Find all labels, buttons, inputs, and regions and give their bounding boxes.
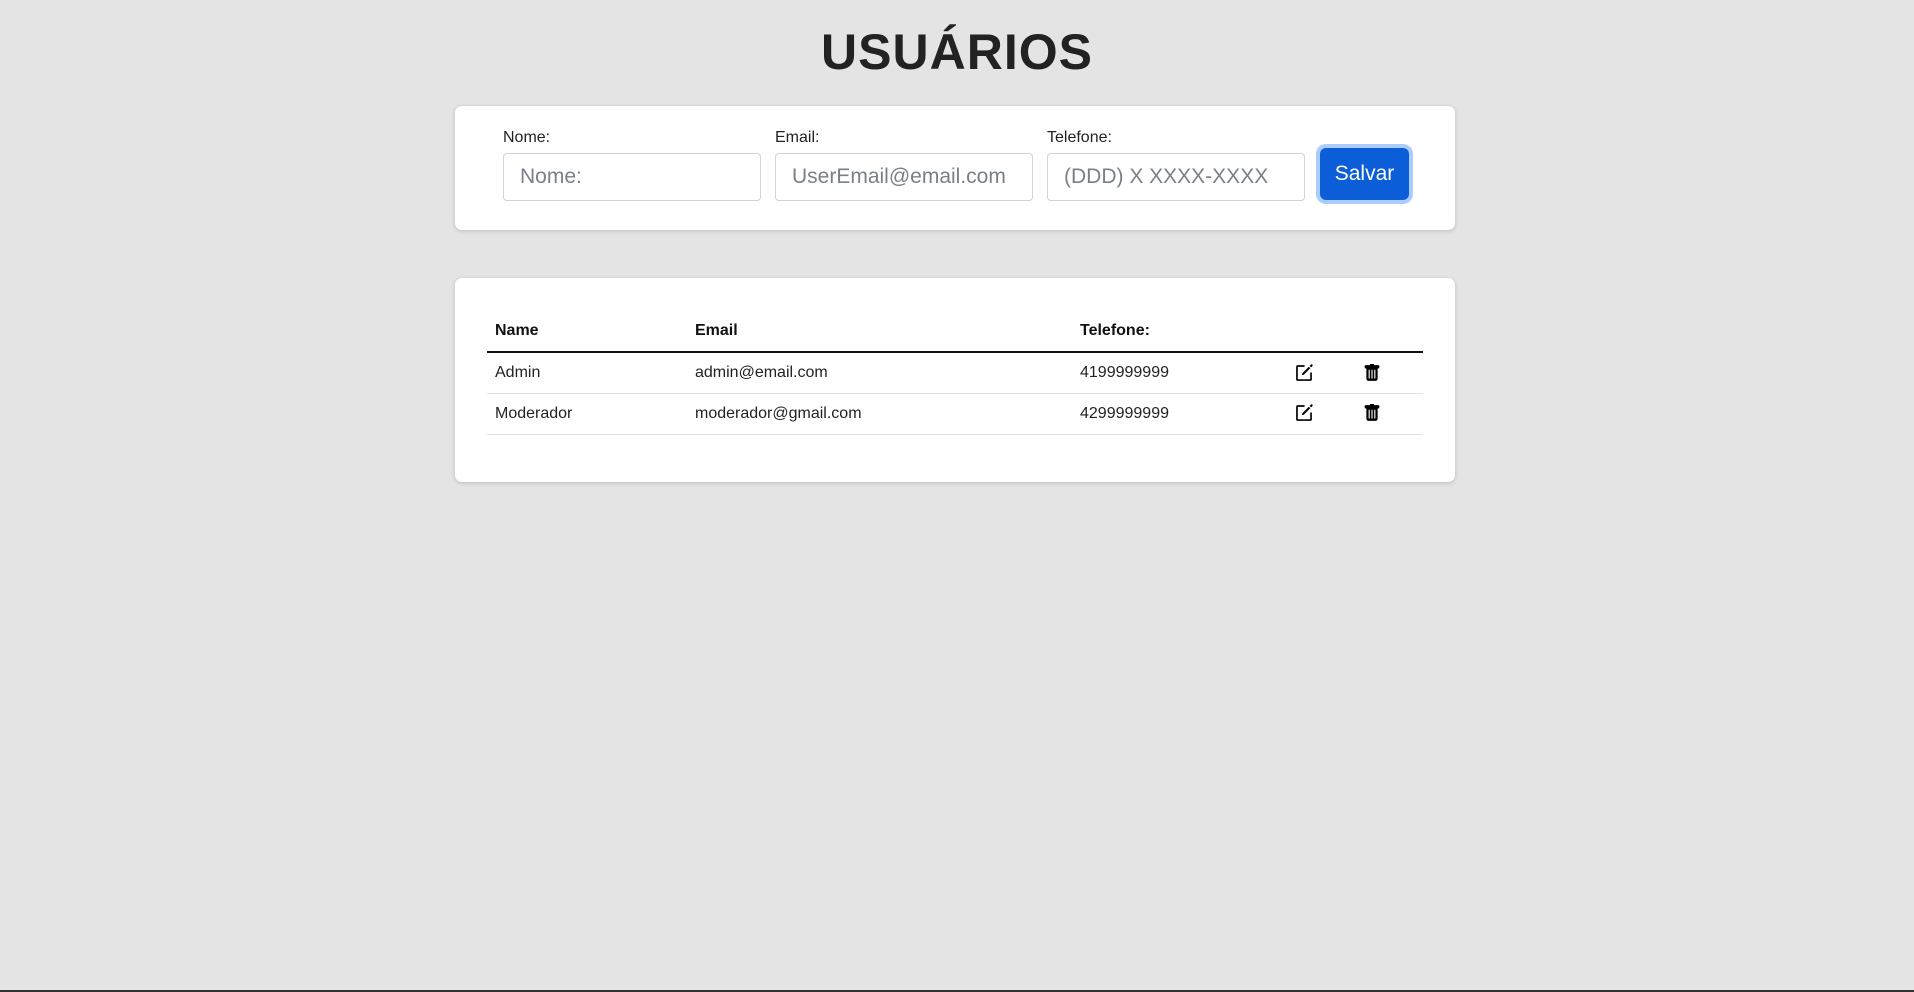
users-table: Name Email Telefone: Admin admin@email.c… (487, 310, 1423, 435)
cell-email: admin@email.com (687, 352, 1072, 394)
cell-phone: 4299999999 (1072, 393, 1287, 435)
trash-icon[interactable] (1363, 363, 1381, 382)
table-header-row: Name Email Telefone: (487, 310, 1423, 353)
header-email: Email (687, 310, 1072, 353)
name-field-group: Nome: (503, 128, 761, 201)
table-row: Moderador moderador@gmail.com 4299999999 (487, 393, 1423, 435)
cell-edit (1287, 393, 1355, 435)
header-edit (1287, 310, 1355, 353)
cell-name: Moderador (487, 393, 687, 435)
email-label: Email: (775, 129, 820, 146)
table-row: Admin admin@email.com 4199999999 (487, 352, 1423, 394)
header-name: Name (487, 310, 687, 353)
name-input[interactable] (503, 153, 761, 201)
page-title: USUÁRIOS (821, 24, 1093, 80)
header-phone: Telefone: (1072, 310, 1287, 353)
phone-input[interactable] (1047, 153, 1305, 201)
cell-name: Admin (487, 352, 687, 394)
users-table-card: Name Email Telefone: Admin admin@email.c… (455, 278, 1455, 482)
save-button[interactable]: Salvar (1320, 148, 1409, 200)
cell-phone: 4199999999 (1072, 352, 1287, 394)
header-delete (1355, 310, 1423, 353)
cell-edit (1287, 352, 1355, 394)
cell-delete (1355, 393, 1423, 435)
phone-field-group: Telefone: (1047, 128, 1305, 201)
name-label: Nome: (503, 129, 551, 146)
cell-delete (1355, 352, 1423, 394)
email-input[interactable] (775, 153, 1033, 201)
edit-icon[interactable] (1295, 363, 1313, 382)
user-form-card: Nome: Email: Telefone: Salvar (455, 106, 1455, 230)
email-field-group: Email: (775, 128, 1033, 201)
trash-icon[interactable] (1363, 404, 1381, 422)
phone-label: Telefone: (1047, 129, 1112, 146)
edit-icon[interactable] (1295, 404, 1313, 422)
cell-email: moderador@gmail.com (687, 393, 1072, 435)
